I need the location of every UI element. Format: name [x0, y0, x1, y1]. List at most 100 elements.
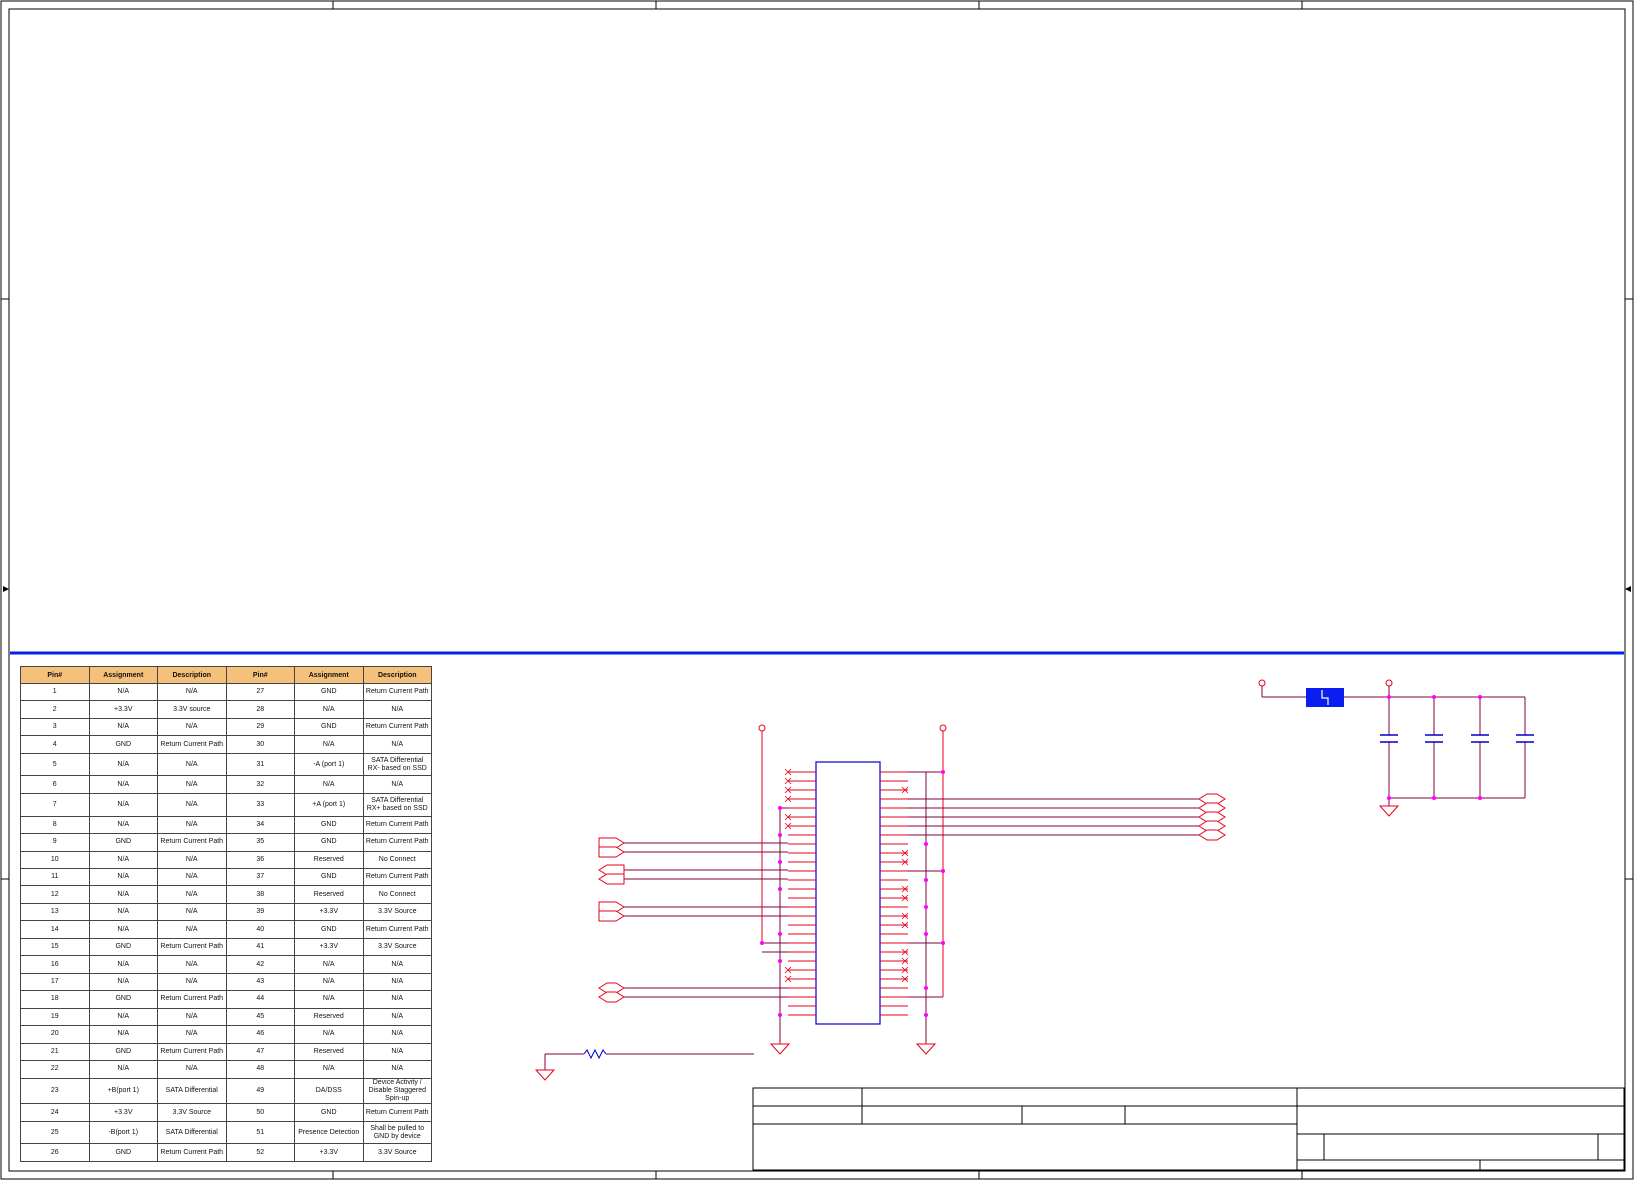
- vcc-tie-right: [762, 771, 943, 998]
- cell-description-left: N/A: [157, 1060, 227, 1079]
- cell-assignment-right: +3.3V: [294, 902, 364, 922]
- table-row: 1 N/A N/A 27 GND Return Current Path: [20, 682, 432, 702]
- cell-assignment-left: GND: [88, 833, 158, 852]
- header-description-left: Description: [157, 666, 227, 684]
- cell-assignment-right: GND: [294, 815, 364, 835]
- cell-assignment-left: N/A: [88, 752, 158, 777]
- cell-description-right: No Connect: [362, 850, 432, 869]
- cell-pin-left: 14: [20, 920, 90, 939]
- cell-pin-right: 32: [225, 775, 295, 794]
- cell-assignment-left: N/A: [88, 815, 158, 835]
- cell-pin-left: 17: [20, 972, 90, 992]
- cell-assignment-left: +B(port 1): [88, 1077, 158, 1105]
- table-row: 7 N/A N/A 33 +A (port 1) SATA Differential RX…: [20, 792, 432, 817]
- cell-description-right: N/A: [362, 1060, 432, 1079]
- connector-right-pins: [880, 771, 908, 1016]
- vcc-rail-right: [939, 724, 947, 997]
- cell-description-right: 3.3V Source: [362, 1143, 432, 1162]
- cell-description-left: Return Current Path: [157, 1042, 227, 1062]
- cell-description-left: 3.3V Source: [157, 1103, 227, 1122]
- table-row: 23 +B(port 1) SATA Differential 49 DA/DSS Dev…: [20, 1077, 432, 1105]
- cell-description-left: Return Current Path: [157, 1143, 227, 1162]
- cell-description-right: Return Current Path: [362, 815, 432, 835]
- cell-description-left: 3.3V source: [157, 700, 227, 719]
- cell-assignment-right: Reserved: [294, 1042, 364, 1062]
- cell-pin-right: 45: [225, 1007, 295, 1027]
- cell-description-right: Return Current Path: [362, 920, 432, 939]
- sata-connector-body: [815, 761, 881, 1025]
- cell-pin-right: 40: [225, 920, 295, 939]
- cell-pin-left: 15: [20, 937, 90, 957]
- ground-symbol-right: [915, 1042, 937, 1055]
- cell-pin-right: 37: [225, 867, 295, 887]
- cell-description-right: Shall be pulled to GND by device: [362, 1120, 432, 1145]
- table-row: 15 GND Return Current Path 41 +3.3V 3.3V Sour…: [20, 937, 432, 957]
- table-row: 25 -B(port 1) SATA Differential 51 Presence …: [20, 1120, 432, 1145]
- cell-description-left: Return Current Path: [157, 990, 227, 1009]
- cell-pin-left: 7: [20, 792, 90, 817]
- cell-pin-right: 52: [225, 1143, 295, 1162]
- cell-pin-left: 26: [20, 1143, 90, 1162]
- cell-pin-right: 29: [225, 717, 295, 737]
- table-row: 16 N/A N/A 42 N/A N/A: [20, 955, 432, 974]
- cell-assignment-left: -B(port 1): [88, 1120, 158, 1145]
- power-input-net: [1258, 679, 1525, 698]
- cell-pin-right: 31: [225, 752, 295, 777]
- cell-pin-right: 51: [225, 1120, 295, 1145]
- sata-pinout-table: Pin# Assignment Description Pin# Assignm…: [20, 666, 432, 1162]
- cell-assignment-left: N/A: [88, 902, 158, 922]
- cell-assignment-left: N/A: [88, 792, 158, 817]
- table-row: 5 N/A N/A 31 -A (port 1) SATA Differential RX…: [20, 752, 432, 777]
- cell-assignment-right: GND: [294, 682, 364, 702]
- cell-description-left: SATA Differential: [157, 1120, 227, 1145]
- cell-description-right: 3.3V Source: [362, 902, 432, 922]
- cell-description-left: N/A: [157, 850, 227, 869]
- header-assignment-right: Assignment: [294, 666, 364, 684]
- cell-pin-left: 1: [20, 682, 90, 702]
- cell-description-left: N/A: [157, 972, 227, 992]
- no-connect-markers: [784, 768, 909, 983]
- cell-pin-left: 23: [20, 1077, 90, 1105]
- cell-pin-left: 11: [20, 867, 90, 887]
- table-row: 22 N/A N/A 48 N/A N/A: [20, 1060, 432, 1079]
- cell-pin-left: 20: [20, 1025, 90, 1044]
- cell-pin-left: 25: [20, 1120, 90, 1145]
- cell-pin-left: 18: [20, 990, 90, 1009]
- cell-pin-left: 4: [20, 735, 90, 754]
- cell-assignment-right: Reserved: [294, 885, 364, 904]
- cell-description-right: N/A: [362, 955, 432, 974]
- cell-assignment-left: N/A: [88, 682, 158, 702]
- cell-assignment-left: N/A: [88, 920, 158, 939]
- cell-pin-left: 10: [20, 850, 90, 869]
- cell-assignment-right: GND: [294, 1103, 364, 1122]
- cell-assignment-right: N/A: [294, 735, 364, 754]
- cell-assignment-left: GND: [88, 1143, 158, 1162]
- cell-pin-right: 36: [225, 850, 295, 869]
- cell-description-right: Return Current Path: [362, 682, 432, 702]
- cell-assignment-right: GND: [294, 833, 364, 852]
- cell-pin-right: 41: [225, 937, 295, 957]
- cell-assignment-left: N/A: [88, 972, 158, 992]
- cell-assignment-right: +A (port 1): [294, 792, 364, 817]
- cell-pin-left: 12: [20, 885, 90, 904]
- table-row: 24 +3.3V 3.3V Source 50 GND Return Current Pa…: [20, 1103, 432, 1122]
- cell-assignment-left: GND: [88, 990, 158, 1009]
- table-row: 4 GND Return Current Path 30 N/A N/A: [20, 735, 432, 754]
- cell-assignment-right: GND: [294, 717, 364, 737]
- cell-pin-left: 13: [20, 902, 90, 922]
- frame-center-arrows: [3, 586, 1631, 592]
- table-header-row: Pin# Assignment Description Pin# Assignm…: [20, 666, 432, 684]
- connector-left-pins: [788, 771, 816, 1016]
- cell-assignment-left: N/A: [88, 1025, 158, 1044]
- cell-assignment-left: N/A: [88, 885, 158, 904]
- cell-pin-left: 16: [20, 955, 90, 974]
- ground-symbol-resistor: [534, 1069, 556, 1081]
- cell-pin-right: 33: [225, 792, 295, 817]
- cell-description-right: N/A: [362, 735, 432, 754]
- cell-description-left: N/A: [157, 920, 227, 939]
- cell-assignment-left: N/A: [88, 775, 158, 794]
- cell-description-left: N/A: [157, 867, 227, 887]
- cell-description-right: Return Current Path: [362, 867, 432, 887]
- cell-pin-right: 38: [225, 885, 295, 904]
- cell-description-right: N/A: [362, 1007, 432, 1027]
